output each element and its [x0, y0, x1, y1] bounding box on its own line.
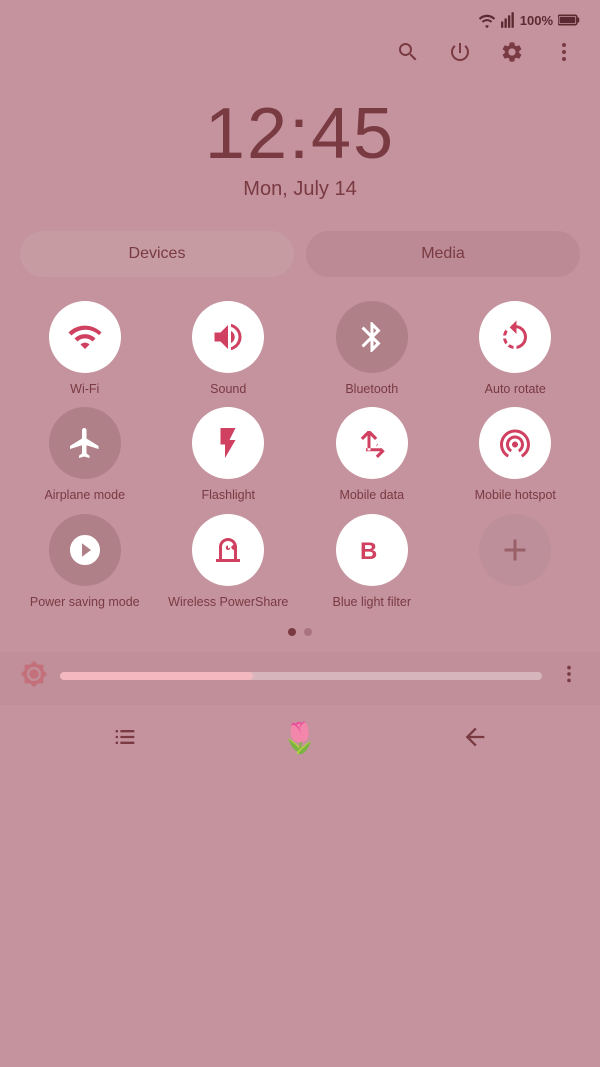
- bluetooth-label: Bluetooth: [345, 381, 398, 397]
- wirelesspowershare-icon: [210, 532, 246, 568]
- sound-label: Sound: [210, 381, 246, 397]
- wifi-icon: [67, 319, 103, 355]
- mobiledata-icon: [354, 425, 390, 461]
- clock-section: 12:45 Mon, July 14: [0, 85, 600, 231]
- mobilehotspot-icon-bg: [479, 407, 551, 479]
- add-icon: [497, 532, 533, 568]
- airplane-icon: [67, 425, 103, 461]
- brightness-bar[interactable]: [0, 652, 600, 705]
- tile-flashlight[interactable]: Flashlight: [160, 407, 298, 503]
- airplane-icon-bg: [49, 407, 121, 479]
- tile-mobilehotspot[interactable]: Mobile hotspot: [447, 407, 585, 503]
- autorotate-icon: [497, 319, 533, 355]
- add-icon-bg: [479, 514, 551, 586]
- tile-add[interactable]: [447, 514, 585, 610]
- flashlight-icon-bg: [192, 407, 264, 479]
- battery-percentage: 100%: [520, 13, 553, 28]
- powersaving-icon-bg: [49, 514, 121, 586]
- flashlight-label: Flashlight: [202, 487, 256, 503]
- tile-bluetooth[interactable]: Bluetooth: [303, 301, 441, 397]
- brightness-track[interactable]: [60, 672, 542, 680]
- battery-icon: [558, 13, 580, 27]
- mobilehotspot-label: Mobile hotspot: [475, 487, 556, 503]
- more-button[interactable]: [552, 40, 576, 69]
- clock-time: 12:45: [0, 95, 600, 174]
- wifi-icon-bg: [49, 301, 121, 373]
- autorotate-icon-bg: [479, 301, 551, 373]
- status-bar: 100%: [0, 0, 600, 36]
- bluelightfilter-label: Blue light filter: [332, 594, 411, 610]
- clock-date: Mon, July 14: [0, 178, 600, 201]
- bottom-nav: 🌷: [0, 705, 600, 780]
- bluelightfilter-icon: B: [354, 532, 390, 568]
- tab-media[interactable]: Media: [306, 231, 580, 277]
- dot-1: [288, 628, 296, 636]
- brightness-icon: [20, 660, 48, 693]
- autorotate-label: Auto rotate: [485, 381, 546, 397]
- tile-autorotate[interactable]: Auto rotate: [447, 301, 585, 397]
- quick-tiles-grid: Wi-Fi Sound Bluetooth Auto rotate: [0, 301, 600, 620]
- tile-sound[interactable]: Sound: [160, 301, 298, 397]
- tile-airplane[interactable]: Airplane mode: [16, 407, 154, 503]
- wirelesspowershare-label: Wireless PowerShare: [168, 594, 288, 610]
- wifi-label: Wi-Fi: [70, 381, 99, 397]
- bluetooth-icon: [354, 319, 390, 355]
- signal-status-icon: [501, 12, 515, 28]
- svg-text:B: B: [360, 538, 377, 565]
- top-action-bar: [0, 36, 600, 85]
- sound-icon-bg: [192, 301, 264, 373]
- status-icons: 100%: [478, 12, 580, 28]
- mobiledata-icon-bg: [336, 407, 408, 479]
- bluelightfilter-icon-bg: B: [336, 514, 408, 586]
- wifi-status-icon: [478, 12, 496, 28]
- powersaving-label: Power saving mode: [30, 594, 140, 610]
- tile-mobiledata[interactable]: Mobile data: [303, 407, 441, 503]
- dot-2: [304, 628, 312, 636]
- brightness-more-button[interactable]: [558, 663, 580, 690]
- tile-wifi[interactable]: Wi-Fi: [16, 301, 154, 397]
- tile-bluelightfilter[interactable]: B Blue light filter: [303, 514, 441, 610]
- wirelesspowershare-icon-bg: [192, 514, 264, 586]
- tab-devices[interactable]: Devices: [20, 231, 294, 277]
- bluetooth-icon-bg: [336, 301, 408, 373]
- tile-powersaving[interactable]: Power saving mode: [16, 514, 154, 610]
- page-dots: [0, 620, 600, 652]
- brightness-fill: [60, 672, 253, 680]
- settings-button[interactable]: [500, 40, 524, 69]
- home-button[interactable]: 🌷: [281, 724, 318, 754]
- back-button[interactable]: [461, 723, 489, 756]
- flashlight-icon: [210, 425, 246, 461]
- sound-icon: [210, 319, 246, 355]
- power-button[interactable]: [448, 40, 472, 69]
- mobilehotspot-icon: [497, 425, 533, 461]
- airplane-label: Airplane mode: [44, 487, 125, 503]
- powersaving-icon: [67, 532, 103, 568]
- tile-wirelesspowershare[interactable]: Wireless PowerShare: [160, 514, 298, 610]
- search-button[interactable]: [396, 40, 420, 69]
- tabs-row: Devices Media: [0, 231, 600, 301]
- recent-apps-button[interactable]: [111, 723, 139, 756]
- mobiledata-label: Mobile data: [339, 487, 404, 503]
